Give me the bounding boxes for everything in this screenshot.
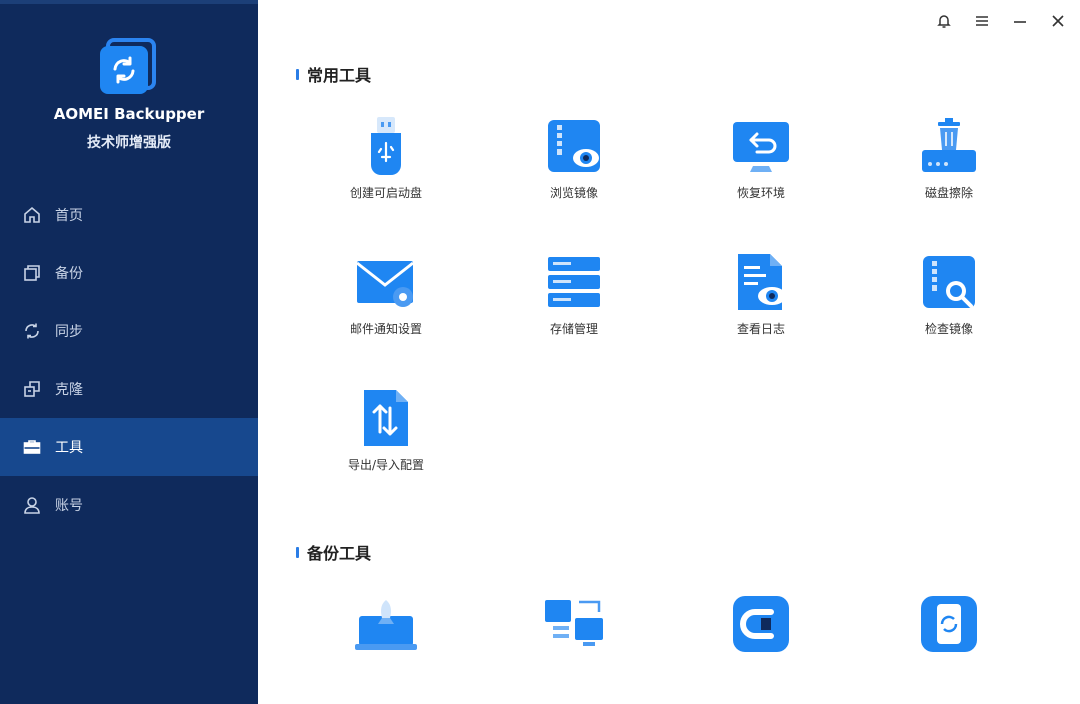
section-title-text: 常用工具: [307, 66, 372, 85]
storage-icon: [542, 250, 606, 314]
tool-recovery-environment[interactable]: 恢复环境: [686, 114, 836, 201]
sidebar: AOMEI Backupper 技术师增强版 首页 备份 同步 克隆 工具 账号: [0, 0, 258, 704]
app-window: AOMEI Backupper 技术师增强版 首页 备份 同步 克隆 工具 账号…: [0, 0, 1080, 704]
tool-email-settings[interactable]: 邮件通知设置: [311, 250, 461, 337]
tool-enterprise-data[interactable]: [686, 592, 836, 656]
bell-icon[interactable]: [932, 10, 956, 32]
user-icon: [22, 495, 42, 515]
sidebar-item-label: 克隆: [55, 382, 83, 398]
pxe-boot-icon: [354, 592, 418, 656]
toolbox-icon: [22, 437, 42, 457]
backup-icon: [22, 263, 42, 283]
tool-view-logs[interactable]: 查看日志: [686, 250, 836, 337]
tool-label: 浏览镜像: [549, 186, 598, 200]
sidebar-item-tools[interactable]: 工具: [0, 418, 258, 476]
tool-disk-wipe[interactable]: 磁盘擦除: [874, 114, 1024, 201]
tool-label: 邮件通知设置: [349, 322, 422, 336]
app-logo: [98, 38, 158, 98]
sync-icon: [22, 321, 42, 341]
tool-phone-backup[interactable]: [874, 592, 1024, 656]
tool-pxe-boot[interactable]: [311, 592, 461, 656]
email-settings-icon: [354, 250, 418, 314]
app-edition: 技术师增强版: [87, 135, 171, 151]
tool-create-bootable[interactable]: 创建可启动盘: [311, 114, 461, 201]
view-logs-icon: [729, 250, 793, 314]
tool-storage-management[interactable]: 存储管理: [499, 250, 649, 337]
sidebar-item-label: 账号: [55, 498, 83, 514]
tool-label: 查看日志: [736, 322, 785, 336]
close-icon[interactable]: [1046, 10, 1070, 32]
menu-icon[interactable]: [970, 10, 994, 32]
sidebar-top-strip: [0, 0, 258, 4]
phone-backup-icon: [917, 592, 981, 656]
sidebar-item-label: 首页: [55, 208, 83, 224]
sidebar-item-sync[interactable]: 同步: [0, 302, 258, 360]
sidebar-nav: 首页 备份 同步 克隆 工具 账号: [0, 186, 258, 534]
explore-image-icon: [542, 114, 606, 178]
tool-label: 创建可启动盘: [349, 186, 422, 200]
clone-icon: [22, 379, 42, 399]
sidebar-item-backup[interactable]: 备份: [0, 244, 258, 302]
tool-label: 检查镜像: [924, 322, 973, 336]
check-image-icon: [917, 250, 981, 314]
sidebar-item-label: 工具: [55, 440, 83, 456]
minimize-icon[interactable]: [1008, 10, 1032, 32]
main-content: 常用工具 创建可启动盘 浏览镜像 恢复环境 磁盘擦除 邮件通知设置 存储管理 查…: [258, 0, 1080, 704]
sidebar-item-home[interactable]: 首页: [0, 186, 258, 244]
sync-logo-icon: [100, 46, 148, 94]
section-backup-tools-title: 备份工具: [296, 540, 371, 564]
tool-label: 恢复环境: [736, 186, 785, 200]
home-icon: [22, 205, 42, 225]
section-common-tools-title: 常用工具: [296, 62, 371, 86]
sidebar-item-label: 同步: [55, 324, 83, 340]
tool-check-image[interactable]: 检查镜像: [874, 250, 1024, 337]
app-name: AOMEI Backupper: [53, 105, 205, 123]
recovery-env-icon: [729, 114, 793, 178]
section-title-text: 备份工具: [307, 544, 372, 563]
tool-label: 导出/导入配置: [347, 458, 425, 472]
window-controls: [932, 10, 1070, 32]
enterprise-data-icon: [729, 592, 793, 656]
export-import-icon: [354, 386, 418, 450]
image-deploy-icon: [542, 592, 606, 656]
sidebar-item-clone[interactable]: 克隆: [0, 360, 258, 418]
tool-image-deploy[interactable]: [499, 592, 649, 656]
disk-wipe-icon: [917, 114, 981, 178]
sidebar-item-label: 备份: [55, 266, 83, 282]
tool-label: 磁盘擦除: [924, 186, 973, 200]
tool-label: 存储管理: [549, 322, 598, 336]
sidebar-item-account[interactable]: 账号: [0, 476, 258, 534]
tool-export-import-config[interactable]: 导出/导入配置: [311, 386, 461, 473]
tool-explore-image[interactable]: 浏览镜像: [499, 114, 649, 201]
usb-drive-icon: [354, 114, 418, 178]
